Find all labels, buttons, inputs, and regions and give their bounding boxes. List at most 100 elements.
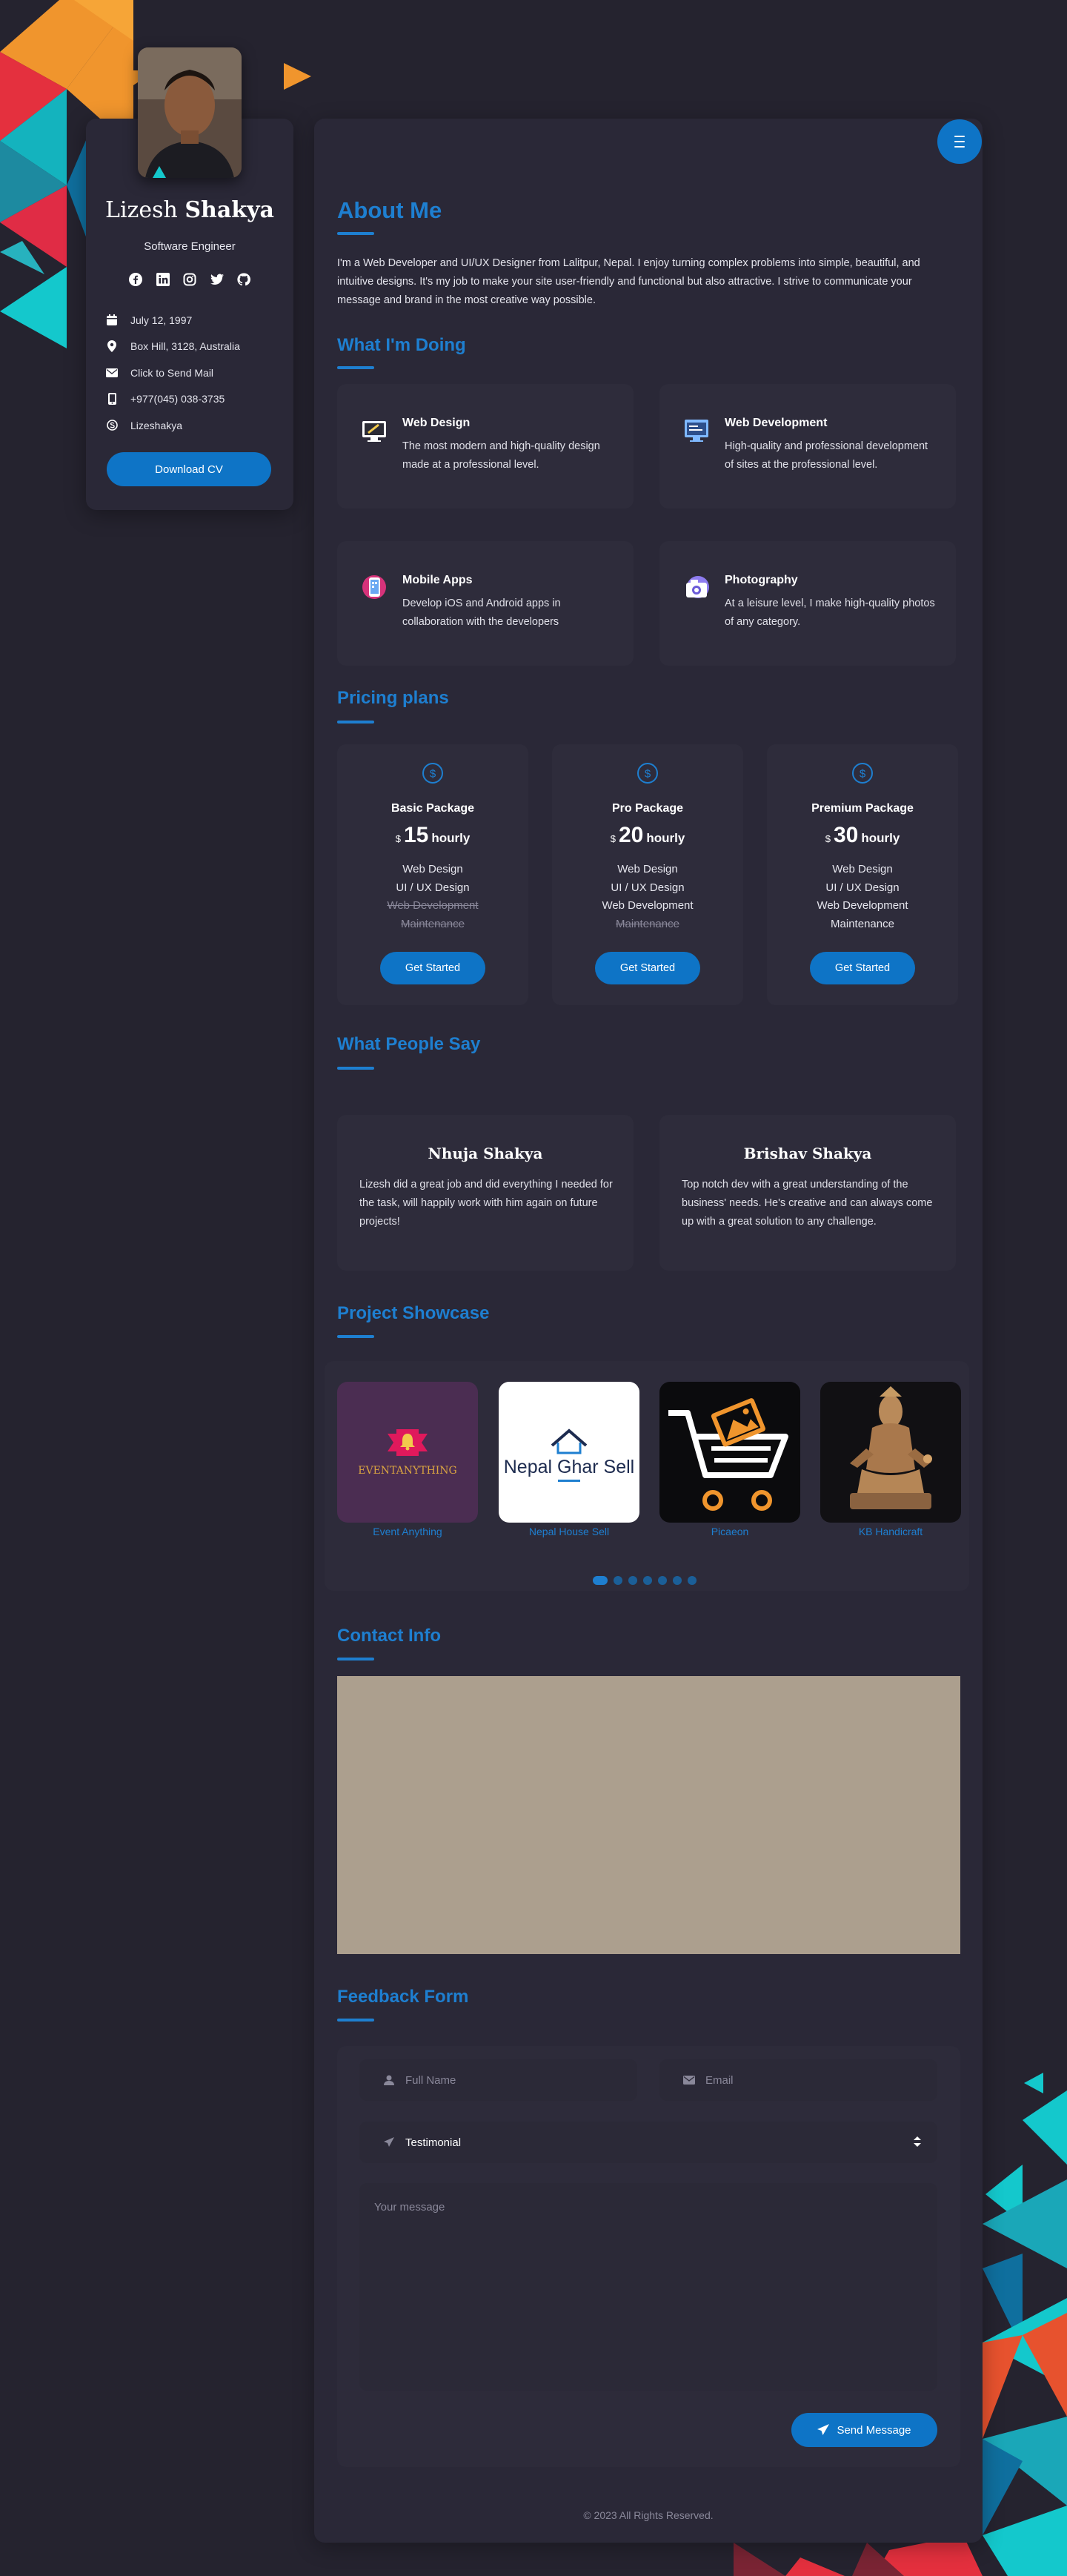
feedback-type-select[interactable]: Testimonial — [359, 2122, 937, 2163]
carousel-dot[interactable] — [688, 1576, 697, 1585]
testimonials-underline — [337, 1067, 374, 1070]
profile-name: Lizesh Shakya — [86, 197, 293, 223]
plan-feature: UI / UX Design — [611, 881, 685, 894]
contact-underline — [337, 1658, 374, 1661]
testimonial-text: Top notch dev with a great understanding… — [682, 1179, 933, 1228]
carousel-dot[interactable] — [628, 1576, 637, 1585]
testimonial-card: Brishav Shakya Top notch dev with a grea… — [659, 1115, 956, 1271]
web-design-icon — [362, 421, 386, 442]
info-phone: +977(045) 038-3735 — [105, 386, 283, 413]
plan-price: $20 hourly — [552, 823, 743, 848]
menu-button[interactable] — [937, 119, 982, 164]
calendar-icon — [105, 314, 119, 327]
plan-currency: $ — [825, 833, 831, 844]
project-kb-handicraft[interactable] — [820, 1382, 961, 1523]
plan-amount: 15 — [403, 823, 429, 847]
plan-feature: Web Design — [832, 863, 893, 875]
testimonials-title: What People Say — [337, 1034, 481, 1054]
full-name-field[interactable]: Full Name — [359, 2059, 637, 2101]
plan-feature: Web Design — [402, 863, 463, 875]
plan-feature: Web Development — [387, 899, 479, 912]
carousel-dot[interactable] — [673, 1576, 682, 1585]
get-started-button[interactable]: Get Started — [810, 952, 915, 984]
get-started-button[interactable]: Get Started — [380, 952, 485, 984]
info-email-text[interactable]: Click to Send Mail — [130, 367, 213, 379]
services-title: What I'm Doing — [337, 335, 466, 355]
plan-currency: $ — [610, 833, 616, 844]
plan-name: Basic Package — [390, 802, 475, 815]
menu-icon — [954, 136, 965, 148]
profile-last-name: Shakya — [185, 197, 274, 223]
svg-text:$: $ — [645, 768, 651, 781]
github-icon[interactable] — [236, 271, 252, 288]
project-event-anything[interactable]: EVENTANYTHING — [337, 1382, 478, 1523]
service-title: Web Design — [402, 417, 471, 429]
price-card-pro: $ Pro Package $20 hourly Web Design UI / … — [552, 744, 743, 1005]
pricing-underline — [337, 721, 374, 724]
carousel-dot[interactable] — [658, 1576, 667, 1585]
project-label[interactable]: Picaeon — [659, 1526, 800, 1537]
plan-features: Web Design UI / UX Design Web Developmen… — [337, 863, 528, 936]
send-message-label: Send Message — [837, 2423, 911, 2437]
plan-features: Web Design UI / UX Design Web Developmen… — [552, 863, 743, 936]
dollar-circle-icon: $ — [422, 763, 443, 784]
feedback-title: Feedback Form — [337, 1987, 469, 2007]
plan-price: $15 hourly — [337, 823, 528, 848]
service-card-photography: Photography At a leisure level, I make h… — [659, 541, 956, 666]
project-label[interactable]: KB Handicraft — [820, 1526, 961, 1537]
project-label[interactable]: Event Anything — [337, 1526, 478, 1537]
download-cv-button[interactable]: Download CV — [107, 452, 271, 486]
plan-features: Web Design UI / UX Design Web Developmen… — [767, 863, 958, 936]
avatar — [138, 47, 242, 178]
camera-icon — [686, 576, 709, 598]
contact-title: Contact Info — [337, 1626, 441, 1646]
envelope-icon — [683, 2074, 695, 2086]
project-label[interactable]: Nepal House Sell — [499, 1526, 639, 1537]
info-skype: Lizeshakya — [105, 412, 283, 439]
phone-icon — [105, 392, 119, 405]
skype-icon — [105, 419, 119, 432]
project-nepal-house-sell[interactable]: Nepal Ghar Sell — [499, 1382, 639, 1523]
feedback-underline — [337, 2019, 374, 2022]
linkedin-icon[interactable] — [155, 271, 171, 288]
plan-feature: Web Design — [617, 863, 678, 875]
carousel-dots — [593, 1576, 697, 1585]
plan-name: Premium Package — [811, 802, 914, 815]
email-field[interactable]: Email — [659, 2059, 937, 2101]
service-card-mobile-apps: Mobile Apps Develop iOS and Android apps… — [337, 541, 634, 666]
project-picaeon[interactable] — [659, 1382, 800, 1523]
service-text: High-quality and professional developmen… — [725, 440, 928, 471]
plan-feature: Maintenance — [401, 917, 465, 930]
email-placeholder: Email — [705, 2073, 734, 2087]
envelope-icon — [105, 366, 119, 380]
paper-plane-icon — [817, 2424, 830, 2435]
plan-feature: UI / UX Design — [825, 881, 900, 894]
service-text: The most modern and high-quality design … — [402, 440, 600, 471]
facebook-icon[interactable] — [127, 271, 144, 288]
avatar-triangle-icon — [153, 166, 166, 178]
service-title: Mobile Apps — [402, 574, 473, 586]
plan-period: hourly — [861, 831, 900, 845]
twitter-icon[interactable] — [209, 271, 225, 288]
map-embed[interactable] — [337, 1676, 960, 1954]
message-textarea[interactable]: Your message — [359, 2183, 937, 2391]
carousel-dot[interactable] — [593, 1576, 608, 1585]
info-phone-text: +977(045) 038-3735 — [130, 393, 225, 405]
service-card-web-design: Web Design The most modern and high-qual… — [337, 384, 634, 509]
plan-price: $30 hourly — [767, 823, 958, 848]
carousel-dot[interactable] — [614, 1576, 622, 1585]
get-started-button[interactable]: Get Started — [595, 952, 700, 984]
select-arrows-icon — [914, 2136, 921, 2150]
location-pin-icon — [105, 340, 119, 353]
send-message-button[interactable]: Send Message — [791, 2413, 937, 2447]
service-text: Develop iOS and Android apps in collabor… — [402, 597, 561, 628]
instagram-icon[interactable] — [182, 271, 198, 288]
picaeon-logo — [668, 1398, 788, 1511]
carousel-dot[interactable] — [643, 1576, 652, 1585]
nepal-ghar-sell-logo: Nepal Ghar Sell — [504, 1428, 634, 1482]
dollar-circle-icon: $ — [637, 763, 658, 784]
paper-plane-icon — [383, 2136, 395, 2148]
profile-first-name: Lizesh — [105, 197, 178, 223]
info-email[interactable]: Click to Send Mail — [105, 360, 283, 386]
plan-feature: Web Development — [602, 899, 694, 912]
